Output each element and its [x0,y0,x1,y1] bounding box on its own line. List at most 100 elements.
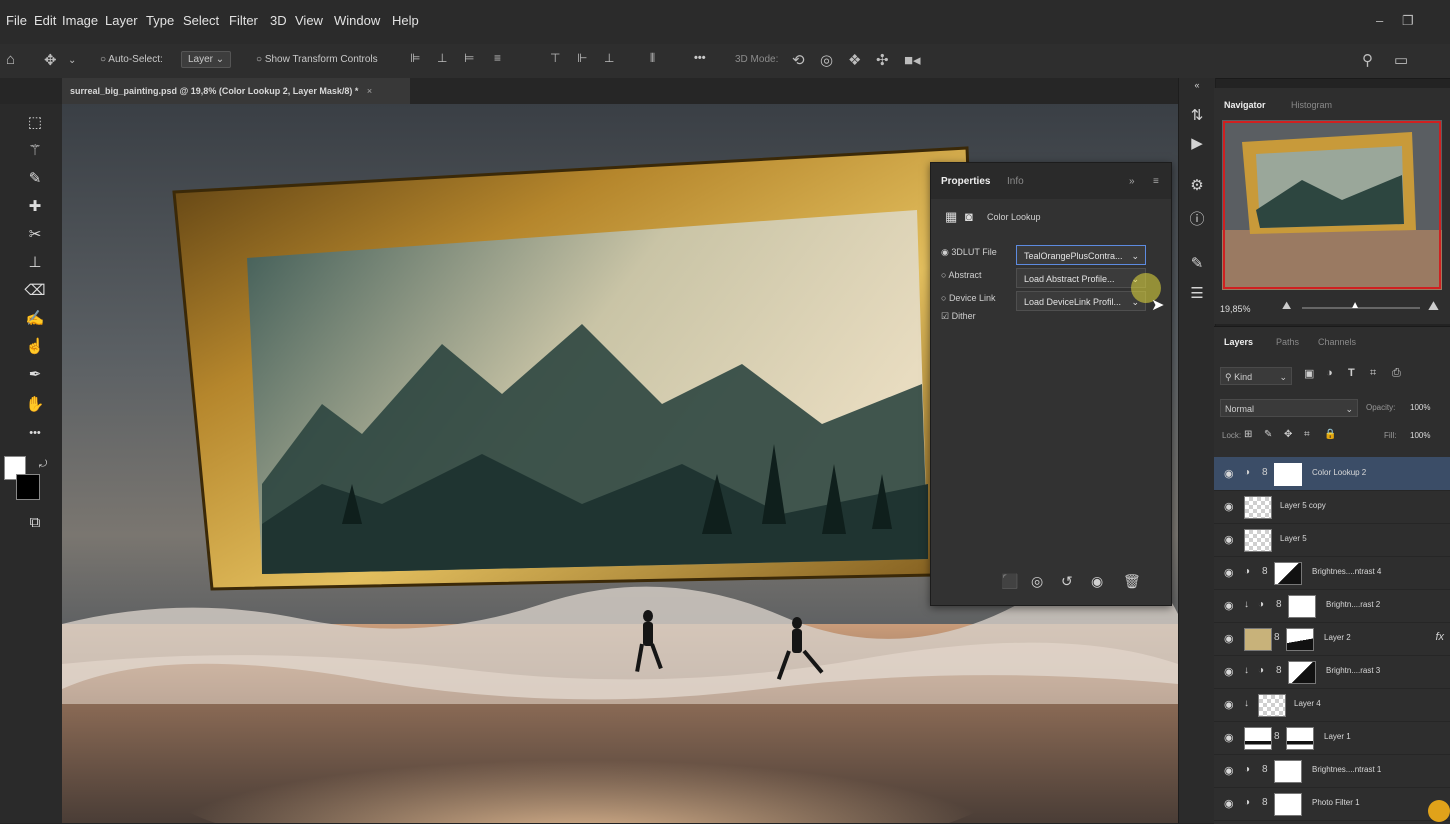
layer-row[interactable]: ◉ 8 Layer 2 fx [1214,622,1450,656]
layer-row[interactable]: ◉ ↓ Layer 4 [1214,688,1450,722]
layer-thumbnail[interactable] [1244,496,1272,519]
align-left-icon[interactable]: ⊫ [410,51,420,65]
fill-value[interactable]: 100% [1410,431,1430,440]
adjustment-layer-icon[interactable]: ◑ [1244,467,1250,478]
lock-artboard-icon[interactable]: ⌗ [1304,429,1310,440]
zoom-slider-track[interactable] [1302,307,1420,309]
search-icon[interactable]: ⚲ [1362,51,1373,69]
menu-window[interactable]: Window [334,13,380,28]
menu-select[interactable]: Select [183,13,219,28]
menu-filter[interactable]: Filter [229,13,258,28]
more-tools-icon[interactable]: ••• [22,422,48,444]
more-options-button[interactable]: ••• [694,52,706,64]
layer-name[interactable]: Photo Filter 1 [1312,798,1360,807]
menu-layer[interactable]: Layer [105,13,138,28]
close-tab-icon[interactable]: × [367,86,372,96]
layer-row[interactable]: ◉ Layer 5 copy [1214,490,1450,524]
layer-row[interactable]: ◉ ◑ 8 Color Lookup 2 [1214,457,1450,491]
blend-mode-dropdown[interactable]: Normal ⌄ [1220,399,1358,417]
align-vertical-icon[interactable]: ≡ [494,51,501,65]
layer-mask-thumbnail[interactable] [1288,661,1316,684]
tab-info[interactable]: Info [1007,176,1024,187]
brush-settings-icon[interactable]: ✎ [1185,254,1209,272]
lock-all-icon[interactable]: 🔒 [1324,429,1336,440]
menu-file[interactable]: File [6,13,27,28]
tab-layers[interactable]: Layers [1224,337,1253,347]
tab-paths[interactable]: Paths [1276,337,1299,347]
menu-type[interactable]: Type [146,13,174,28]
roll-3d-icon[interactable]: ◎ [820,51,833,69]
layer-row[interactable]: ◉ ◑ 8 Brightnes....ntrast 4 [1214,556,1450,590]
filter-pixel-icon[interactable]: ▣ [1304,367,1314,380]
eyedropper-tool-icon[interactable]: ✎ [22,168,48,190]
home-icon[interactable]: ⌂ [6,51,15,68]
layer-name[interactable]: Brightnes....ntrast 1 [1312,765,1381,774]
layer-row[interactable]: ◉ ↓ ◑ 8 Brightn....rast 2 [1214,589,1450,623]
show-transform-checkbox[interactable]: ○ Show Transform Controls [256,54,378,65]
smudge-tool-icon[interactable]: ☝ [22,336,48,358]
navigator-thumbnail[interactable] [1222,120,1442,290]
zoom-value[interactable]: 19,85% [1220,304,1251,314]
screen-mode-icon[interactable]: ⧉ [22,512,48,534]
auto-select-checkbox[interactable]: ○ Auto-Select: [100,54,163,65]
restore-icon[interactable]: ❐ [1402,13,1414,29]
hand-tool-icon[interactable]: ✋ [22,394,48,416]
link-icon[interactable]: 8 [1276,599,1282,610]
3dlut-select[interactable]: TealOrangePlusContra... ⌄ [1016,245,1146,265]
info-icon[interactable]: ⓘ [1185,208,1209,229]
document-tab[interactable]: surreal_big_painting.psd @ 19,8% (Color … [62,78,410,104]
magic-wand-tool-icon[interactable]: ⚚ [22,140,48,162]
visibility-eye-icon[interactable]: ◉ [1224,500,1234,513]
align-right-icon[interactable]: ⊨ [464,51,474,65]
layer-name[interactable]: Layer 5 copy [1280,501,1326,510]
distribute-middle-icon[interactable]: ⊩ [577,51,587,65]
radio-device-link[interactable]: ○ Device Link [941,293,995,303]
dither-checkbox[interactable]: ☑ Dither [941,311,976,322]
visibility-eye-icon[interactable]: ◉ [1224,665,1234,678]
layer-name[interactable]: Brightnes....ntrast 4 [1312,567,1381,576]
zoom-in-icon[interactable]: ⛰ [1428,298,1439,314]
zoom-slider-thumb[interactable]: ▲ [1350,300,1360,311]
distribute-top-icon[interactable]: ⊤ [550,51,560,65]
device-link-select[interactable]: Load DeviceLink Profil... ⌄ [1016,291,1146,311]
layer-mask-thumbnail[interactable] [1286,628,1314,651]
layer-mask-icon[interactable]: ◙ [965,209,973,224]
visibility-eye-icon[interactable]: ◉ [1224,632,1234,645]
opacity-value[interactable]: 100% [1410,403,1430,412]
link-icon[interactable]: 8 [1274,731,1280,742]
visibility-eye-icon[interactable]: ◉ [1224,797,1234,810]
move-tool-icon[interactable]: ✥ [44,51,57,69]
link-icon[interactable]: 8 [1262,467,1268,478]
slide-3d-icon[interactable]: ✣ [876,51,889,69]
visibility-eye-icon[interactable]: ◉ [1224,467,1234,480]
link-icon[interactable]: 8 [1276,665,1282,676]
layer-thumbnail[interactable] [1258,694,1286,717]
align-center-icon[interactable]: ⊥ [437,51,447,65]
distribute-spacing-icon[interactable]: ⫴ [650,51,655,66]
radio-3dlut-file[interactable]: ◉ 3DLUT File [941,247,997,258]
filter-adjustment-icon[interactable]: ◑ [1326,367,1333,379]
layer-mask-thumbnail[interactable] [1274,463,1302,486]
layer-row[interactable]: ◉ ↓ ◑ 8 Brightn....rast 3 [1214,655,1450,689]
adjustment-layer-icon[interactable]: ◑ [1258,665,1264,676]
visibility-eye-icon[interactable]: ◉ [1224,566,1234,579]
delete-adjustment-icon[interactable]: 🗑 [1123,573,1141,590]
camera-3d-icon[interactable]: ■◂ [904,51,921,69]
healing-brush-tool-icon[interactable]: ✚ [22,196,48,218]
layer-row[interactable]: ◉ Layer 5 [1214,523,1450,557]
brush-tool-icon[interactable]: ✍ [22,308,48,330]
adjustments-icon[interactable]: ☰ [1185,284,1209,302]
layer-filter-dropdown[interactable]: ⚲ Kind ⌄ [1220,367,1292,385]
filter-type-icon[interactable]: T [1348,367,1355,379]
orbit-3d-icon[interactable]: ⟲ [792,51,805,69]
adjustment-layer-icon[interactable]: ◑ [1244,566,1250,577]
layer-mask-thumbnail[interactable] [1274,562,1302,585]
abstract-select[interactable]: Load Abstract Profile...⌄ [1016,268,1146,288]
background-color-swatch[interactable] [16,474,40,500]
layer-row[interactable]: ◉ ◑ 8 Photo Filter 1 [1214,787,1450,821]
adjustment-layer-icon[interactable]: ◑ [1244,764,1250,775]
workspace-icon[interactable]: ▭ [1394,51,1408,69]
layer-mask-thumbnail[interactable] [1274,793,1302,816]
lock-position-icon[interactable]: ✥ [1284,429,1292,440]
tab-navigator[interactable]: Navigator [1224,100,1266,110]
